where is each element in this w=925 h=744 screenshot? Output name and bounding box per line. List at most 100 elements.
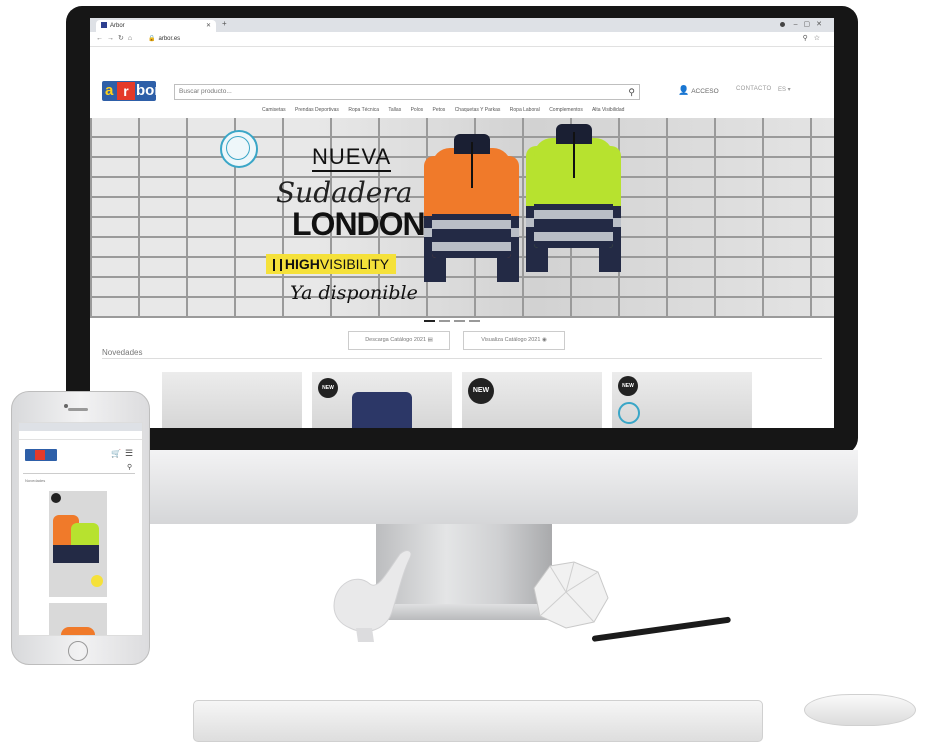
- menu-item[interactable]: Complementos: [549, 107, 583, 113]
- logo-letters-bor: bor: [136, 82, 161, 99]
- menu-item[interactable]: Prendas Deportivas: [295, 107, 339, 113]
- new-tab-icon[interactable]: +: [222, 19, 227, 28]
- lime-jacket-image: [526, 124, 621, 274]
- navigation-buttons[interactable]: ←→↻⌂: [96, 34, 136, 42]
- site-favicon-icon: [101, 22, 107, 29]
- body-stripe: [534, 210, 613, 219]
- menu-item[interactable]: Camisetas: [262, 107, 286, 113]
- body-stripe: [534, 232, 613, 241]
- menu-item[interactable]: Tallas: [388, 107, 401, 113]
- browser-tab-title: Arbor: [110, 23, 125, 29]
- phone-jacket-navy: [53, 545, 99, 563]
- carousel-dot[interactable]: [469, 320, 480, 322]
- view-catalog-label: Visualiza Catálogo 2021: [481, 337, 541, 343]
- hero-line-available: Ya disponible: [290, 282, 418, 304]
- hero-line-sudadera: Sudadera: [276, 176, 413, 209]
- menu-item[interactable]: Alta Visibilidad: [592, 107, 624, 113]
- phone-camera: [64, 404, 68, 408]
- phone-product-card[interactable]: [49, 603, 107, 635]
- pen: [591, 616, 732, 642]
- bars-icon: [272, 259, 282, 272]
- search-icon[interactable]: ⚲: [628, 85, 635, 99]
- document-icon: ▤: [427, 337, 433, 343]
- main-menu: Camisetas Prendas Deportivas Ropa Técnic…: [262, 107, 632, 113]
- phone-home-button[interactable]: [68, 641, 88, 661]
- product-card[interactable]: [162, 372, 302, 428]
- new-badge: NEW: [318, 378, 338, 398]
- close-tab-icon[interactable]: ✕: [206, 20, 211, 32]
- hero-line-nueva: NUEVA: [312, 144, 392, 172]
- window-controls[interactable]: –▢✕: [794, 20, 828, 28]
- language-selector[interactable]: ES ▾: [778, 86, 791, 93]
- orange-jacket-image: [424, 134, 519, 284]
- carousel-dots: [424, 320, 484, 322]
- phone-speaker: [68, 408, 88, 411]
- phone-logo-r: [35, 450, 45, 460]
- product-image: [352, 392, 412, 428]
- body-stripe: [432, 220, 511, 229]
- browser-tab[interactable]: Arbor ✕: [96, 20, 216, 32]
- phone-orange-jacket: [61, 627, 95, 635]
- view-catalog-button[interactable]: Visualiza Catálogo 2021 ◉: [463, 331, 565, 350]
- menu-icon[interactable]: ☰: [125, 448, 133, 459]
- monitor-chin: [66, 450, 858, 524]
- url-field[interactable]: 🔒 arbor.es: [148, 35, 788, 44]
- hero-line-london: LONDON: [292, 206, 426, 242]
- user-icon: 👤: [678, 85, 690, 95]
- search-placeholder: Buscar producto...: [179, 88, 232, 95]
- product-card[interactable]: NEW: [312, 372, 452, 428]
- hiviz-strong: HIGH: [284, 256, 320, 272]
- phone-search-input[interactable]: [23, 465, 135, 474]
- eco-badge-icon: [618, 402, 640, 424]
- phone-hiviz-badge: [91, 575, 103, 587]
- lock-icon: 🔒: [148, 36, 156, 42]
- keyboard: [193, 700, 763, 742]
- phone-arbor-logo[interactable]: [25, 449, 57, 461]
- logo-letter-a: a: [105, 82, 114, 99]
- product-card[interactable]: NEW: [462, 372, 602, 428]
- language-label: ES: [778, 87, 787, 93]
- bird-figurine: [333, 550, 412, 642]
- new-badge: NEW: [618, 376, 638, 396]
- contact-link[interactable]: CONTACTO: [736, 86, 772, 92]
- phone-novedades-heading: Novedades: [25, 478, 46, 483]
- jacket-zip: [573, 132, 575, 178]
- menu-item[interactable]: Chaquetas Y Parkas: [455, 107, 501, 113]
- record-indicator-icon: [780, 22, 785, 27]
- novedades-divider: [102, 358, 822, 359]
- address-bar-actions[interactable]: ⚲☆: [803, 34, 826, 42]
- arbor-logo[interactable]: a r bor: [102, 81, 160, 101]
- menu-item[interactable]: Petos: [433, 107, 446, 113]
- body-stripe: [432, 242, 511, 251]
- logo-letter-r: r: [117, 82, 135, 100]
- crumpled-paper: [533, 561, 609, 629]
- login-label: ACCESO: [691, 88, 719, 95]
- new-badge: NEW: [468, 378, 494, 404]
- menu-item[interactable]: Ropa Laboral: [510, 107, 540, 113]
- jacket-zip: [471, 142, 473, 188]
- monitor-screen: Arbor ✕ + –▢✕ ←→↻⌂ 🔒 arbor.es ⚲☆ a r bor …: [90, 18, 834, 428]
- menu-item[interactable]: Polos: [411, 107, 424, 113]
- carousel-dot[interactable]: [454, 320, 465, 322]
- eco-badge-ring: [226, 136, 250, 160]
- high-visibility-label: HIGHVISIBILITY: [266, 254, 396, 274]
- mouse: [804, 694, 916, 726]
- phone-address-bar[interactable]: [19, 431, 142, 440]
- phone-search-icon[interactable]: ⚲: [127, 463, 132, 471]
- search-input[interactable]: Buscar producto... ⚲: [174, 84, 640, 100]
- url-text: arbor.es: [158, 36, 181, 42]
- phone-tab-bar: [19, 423, 142, 431]
- product-card[interactable]: NEW: [612, 372, 752, 428]
- cart-icon[interactable]: 🛒: [111, 449, 121, 458]
- eye-icon: ◉: [541, 337, 547, 343]
- download-catalog-button[interactable]: Descarga Catálogo 2021 ▤: [348, 331, 450, 350]
- phone-product-card[interactable]: [49, 491, 107, 597]
- login-link[interactable]: 👤 ACCESO: [678, 85, 719, 96]
- phone-new-badge: [51, 493, 61, 503]
- eco-badge-icon: [220, 130, 258, 168]
- carousel-dot[interactable]: [439, 320, 450, 322]
- phone-screen: 🛒 ☰ ⚲ Novedades: [18, 422, 143, 636]
- menu-item[interactable]: Ropa Técnica: [348, 107, 379, 113]
- hiviz-rest: VISIBILITY: [319, 256, 390, 272]
- carousel-dot[interactable]: [424, 320, 435, 322]
